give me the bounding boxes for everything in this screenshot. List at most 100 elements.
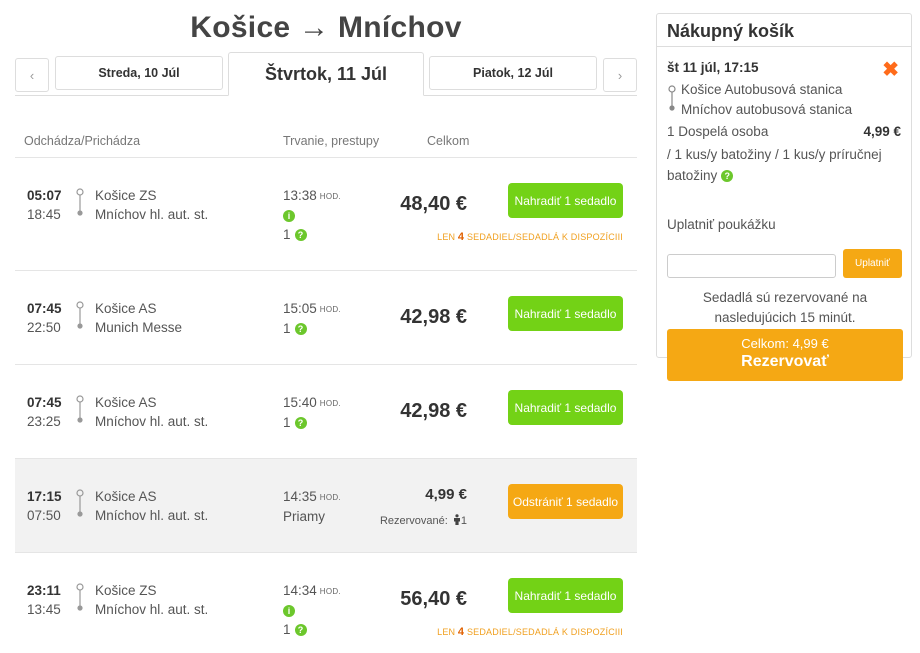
prev-day-tab[interactable]: Streda, 10 Júl <box>55 56 223 90</box>
next-day-tab[interactable]: Piatok, 12 Júl <box>429 56 597 90</box>
remove-seat-button[interactable]: Odstrániť 1 sedadlo <box>508 484 623 519</box>
route-line-icon <box>76 583 84 611</box>
prev-arrow-icon[interactable]: ‹ <box>15 58 49 92</box>
remove-icon[interactable]: ✖ <box>882 57 899 82</box>
seats-left-notice: LEN 4 SEDADIEL/SEDADLÁ K DISPOZÍCIII <box>437 231 623 243</box>
from-station: Košice ZS <box>95 188 157 203</box>
to-station: Munich Messe <box>95 320 183 335</box>
reserved-info: Rezervované: 1 <box>380 514 467 527</box>
duration: 14:34 <box>283 583 317 598</box>
duration-block: 13:38 HOD. i 1? <box>283 186 341 244</box>
cart-price: 4,99 € <box>863 124 901 139</box>
stations: Košice ZS Mníchov hl. aut. st. <box>95 186 208 224</box>
times: 17:15 07:50 <box>27 487 62 525</box>
route-line-icon <box>668 85 676 111</box>
arrival-time: 13:45 <box>27 602 61 617</box>
replace-seat-button[interactable]: Nahradiť 1 sedadlo <box>508 578 623 613</box>
header-duration: Trvanie, prestupy <box>283 134 380 148</box>
cart-from-station: Košice Autobusová stanica <box>681 82 843 97</box>
voucher-label: Uplatniť poukážku <box>667 217 776 232</box>
duration: 15:05 <box>283 301 317 316</box>
book-button-label: Rezervovať <box>741 353 829 370</box>
reservation-note: Sedadlá sú rezervované na nasledujúcich … <box>702 290 868 325</box>
to-station: Mníchov hl. aut. st. <box>95 602 209 617</box>
price: 48,40 € <box>400 193 467 215</box>
arrival-time: 22:50 <box>27 320 61 335</box>
from-station: Košice AS <box>95 395 157 410</box>
duration-unit: HOD. <box>319 191 341 201</box>
route-line-icon <box>76 489 84 517</box>
duration-block: 14:34 HOD. i 1? <box>283 581 341 639</box>
list-header: Odchádza/Prichádza Trvanie, prestupy Cel… <box>15 96 637 158</box>
connection-row[interactable]: 07:45 22:50 Košice AS Munich Messe 15:05… <box>15 271 637 365</box>
cart-passenger: 1 Dospelá osoba <box>667 124 769 139</box>
cart-title: Nákupný košík <box>657 14 911 47</box>
transfers: 1 <box>283 320 291 336</box>
times: 07:45 22:50 <box>27 299 62 337</box>
next-arrow-icon[interactable]: › <box>603 58 637 92</box>
cart-baggage: / 1 kus/y batožiny / 1 kus/y príručnej b… <box>667 144 903 186</box>
from-station: Košice ZS <box>95 583 157 598</box>
seats-left-notice: LEN 4 SEDADIEL/SEDADLÁ K DISPOZÍCIII <box>437 626 623 638</box>
connection-row-selected[interactable]: 17:15 07:50 Košice AS Mníchov hl. aut. s… <box>15 459 637 553</box>
stations: Košice ZS Mníchov hl. aut. st. <box>95 581 208 619</box>
stations: Košice AS Munich Messe <box>95 299 182 337</box>
transfers: Priamy <box>283 508 326 524</box>
departure-time: 17:15 <box>27 489 62 504</box>
duration-unit: HOD. <box>319 304 341 314</box>
duration-unit: HOD. <box>319 492 341 502</box>
connection-row[interactable]: 07:45 23:25 Košice AS Mníchov hl. aut. s… <box>15 365 637 459</box>
help-icon[interactable]: ? <box>294 229 307 242</box>
page-title: Košice → Mníchov <box>190 11 462 44</box>
departure-time: 23:11 <box>27 583 61 598</box>
header-total: Celkom <box>427 134 470 148</box>
header-departs-arrives: Odchádza/Prichádza <box>24 134 141 148</box>
seats-left-count: 4 <box>457 626 465 638</box>
duration-block: 15:05 HOD. 1? <box>283 299 341 338</box>
price: 42,98 € <box>400 400 467 422</box>
reserved-label: Rezervované: <box>379 515 448 527</box>
times: 23:11 13:45 <box>27 581 61 619</box>
price: 4,99 € <box>425 486 467 503</box>
duration-block: 15:40 HOD. 1? <box>283 393 341 432</box>
current-day-tab[interactable]: Štvrtok, 11 Júl <box>228 52 424 96</box>
price: 42,98 € <box>400 306 467 328</box>
date-navigation: ‹ Streda, 10 Júl Štvrtok, 11 Júl Piatok,… <box>15 52 637 96</box>
replace-seat-button[interactable]: Nahradiť 1 sedadlo <box>508 390 623 425</box>
voucher-input[interactable] <box>667 254 836 278</box>
transfers: 1 <box>283 414 291 430</box>
book-button[interactable]: Celkom: 4,99 € Rezervovať <box>667 329 903 381</box>
route-line-icon <box>76 301 84 329</box>
to-station: Mníchov hl. aut. st. <box>95 414 209 429</box>
person-icon <box>453 514 460 525</box>
duration-block: 14:35 HOD. Priamy <box>283 487 341 526</box>
search-results: Košice → Mníchov ‹ Streda, 10 Júl Štvrto… <box>15 0 637 653</box>
connection-row[interactable]: 23:11 13:45 Košice ZS Mníchov hl. aut. s… <box>15 553 637 653</box>
times: 07:45 23:25 <box>27 393 62 431</box>
replace-seat-button[interactable]: Nahradiť 1 sedadlo <box>508 183 623 218</box>
apply-voucher-button[interactable]: Uplatniť <box>843 249 902 278</box>
stations: Košice AS Mníchov hl. aut. st. <box>95 487 208 525</box>
help-icon[interactable]: ? <box>721 170 734 183</box>
shopping-cart: Nákupný košík št 11 júl, 17:15 ✖ Košice … <box>656 13 912 381</box>
to-station: Mníchov hl. aut. st. <box>95 508 209 523</box>
transfers: 1 <box>283 621 291 637</box>
reserved-count: 1 <box>460 515 467 527</box>
cart-to-station: Mníchov autobusová stanica <box>681 102 853 117</box>
duration-unit: HOD. <box>319 586 341 596</box>
connection-row[interactable]: 05:07 18:45 Košice ZS Mníchov hl. aut. s… <box>15 158 637 271</box>
info-icon[interactable]: i <box>283 605 295 618</box>
price: 56,40 € <box>400 588 467 610</box>
help-icon[interactable]: ? <box>294 417 307 430</box>
departure-time: 05:07 <box>27 188 62 203</box>
arrival-time: 23:25 <box>27 414 61 429</box>
cart-trip-date: št 11 júl, 17:15 <box>667 60 759 75</box>
help-icon[interactable]: ? <box>294 323 307 336</box>
info-icon[interactable]: i <box>283 210 295 223</box>
duration: 14:35 <box>283 489 317 504</box>
help-icon[interactable]: ? <box>294 624 307 637</box>
transfers: 1 <box>283 226 291 242</box>
departure-time: 07:45 <box>27 301 62 316</box>
duration: 13:38 <box>283 188 317 203</box>
replace-seat-button[interactable]: Nahradiť 1 sedadlo <box>508 296 623 331</box>
